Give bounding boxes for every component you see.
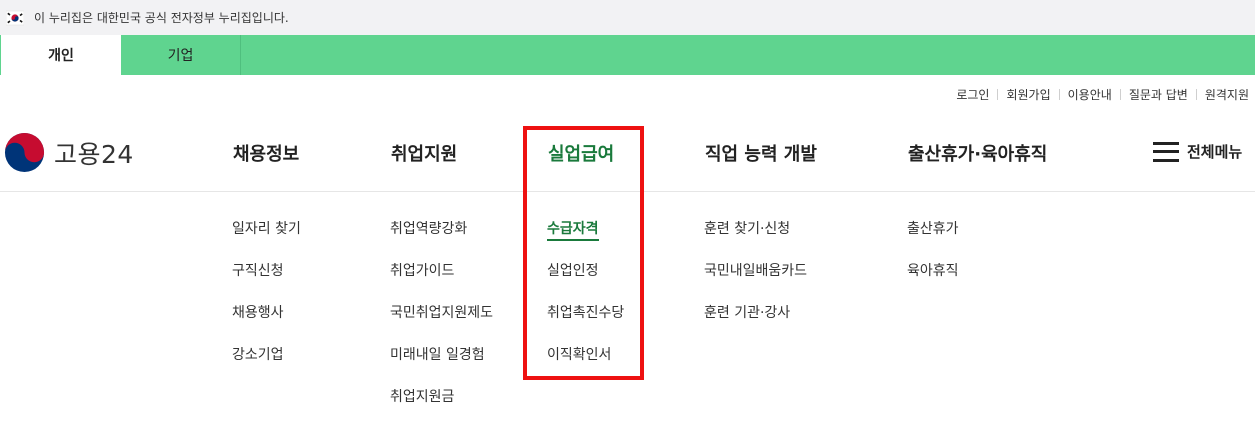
tab-corporate[interactable]: 기업 <box>121 35 241 75</box>
divider <box>1058 89 1060 100</box>
submenu-item[interactable]: 육아휴직 <box>907 261 959 303</box>
usage-guide-link[interactable]: 이용안내 <box>1068 86 1112 103</box>
login-link[interactable]: 로그인 <box>956 86 989 103</box>
submenu-item[interactable]: 취업지원금 <box>390 387 493 429</box>
signup-link[interactable]: 회원가입 <box>1006 86 1050 103</box>
all-menu-button[interactable]: 전체메뉴 <box>1153 141 1242 162</box>
tab-personal[interactable]: 개인 <box>0 35 121 75</box>
gnb-job-info[interactable]: 채용정보 <box>233 140 299 166</box>
submenu-item[interactable]: 구직신청 <box>232 261 301 303</box>
submenu-item[interactable]: 출산휴가 <box>907 219 959 261</box>
submenu-item[interactable]: 훈련 기관·강사 <box>704 303 807 345</box>
submenu-item[interactable]: 일자리 찾기 <box>232 219 301 261</box>
submenu-maternity-parental-leave: 출산휴가 육아휴직 <box>907 219 959 303</box>
taegeuk-logo-icon <box>4 132 45 173</box>
gov-banner-text: 이 누리집은 대한민국 공식 전자정부 누리집입니다. <box>34 11 289 25</box>
submenu-item[interactable]: 취업역량강화 <box>390 219 493 261</box>
submenu-item[interactable]: 실업인정 <box>547 261 624 303</box>
gnb-unemployment-benefits[interactable]: 실업급여 <box>548 140 614 166</box>
submenu-employment-support: 취업역량강화 취업가이드 국민취업지원제도 미래내일 일경험 취업지원금 <box>390 219 493 429</box>
divider <box>1119 89 1121 100</box>
remote-support-link[interactable]: 원격지원 <box>1205 86 1249 103</box>
submenu-unemployment-benefits: 수급자격 실업인정 취업촉진수당 이직확인서 <box>547 219 624 387</box>
header-divider <box>0 191 1255 192</box>
submenu-item[interactable]: 취업가이드 <box>390 261 493 303</box>
divider <box>1195 89 1197 100</box>
submenu-item[interactable]: 취업촉진수당 <box>547 303 624 345</box>
submenu-item[interactable]: 채용행사 <box>232 303 301 345</box>
gov-banner: 이 누리집은 대한민국 공식 전자정부 누리집입니다. <box>0 0 1255 35</box>
site-logo[interactable]: 고용24 <box>3 131 134 174</box>
all-menu-label: 전체메뉴 <box>1187 143 1243 161</box>
gnb-employment-support[interactable]: 취업지원 <box>391 140 457 166</box>
submenu-item[interactable]: 국민내일배움카드 <box>704 261 807 303</box>
gnb-maternity-parental-leave[interactable]: 출산휴가·육아휴직 <box>908 140 1047 166</box>
hamburger-icon <box>1153 141 1179 162</box>
submenu-item[interactable]: 훈련 찾기·신청 <box>704 219 807 261</box>
gnb-vocational-training[interactable]: 직업 능력 개발 <box>705 140 817 166</box>
submenu-item[interactable]: 국민취업지원제도 <box>390 303 493 345</box>
submenu-item[interactable]: 미래내일 일경험 <box>390 345 493 387</box>
korean-flag-icon <box>5 9 25 27</box>
submenu-vocational-training: 훈련 찾기·신청 국민내일배움카드 훈련 기관·강사 <box>704 219 807 345</box>
submenu-item[interactable]: 이직확인서 <box>547 345 624 387</box>
submenu-job-info: 일자리 찾기 구직신청 채용행사 강소기업 <box>232 219 301 387</box>
submenu-item-current[interactable]: 수급자격 <box>547 219 624 261</box>
audience-tabbar: 개인 기업 <box>0 35 1255 75</box>
submenu-item[interactable]: 강소기업 <box>232 345 301 387</box>
utility-links: 로그인 회원가입 이용안내 질문과 답변 원격지원 <box>956 86 1249 103</box>
submenu-item-label: 수급자격 <box>547 221 599 241</box>
qna-link[interactable]: 질문과 답변 <box>1129 86 1188 103</box>
logo-text: 고용24 <box>54 139 134 169</box>
divider <box>997 89 999 100</box>
